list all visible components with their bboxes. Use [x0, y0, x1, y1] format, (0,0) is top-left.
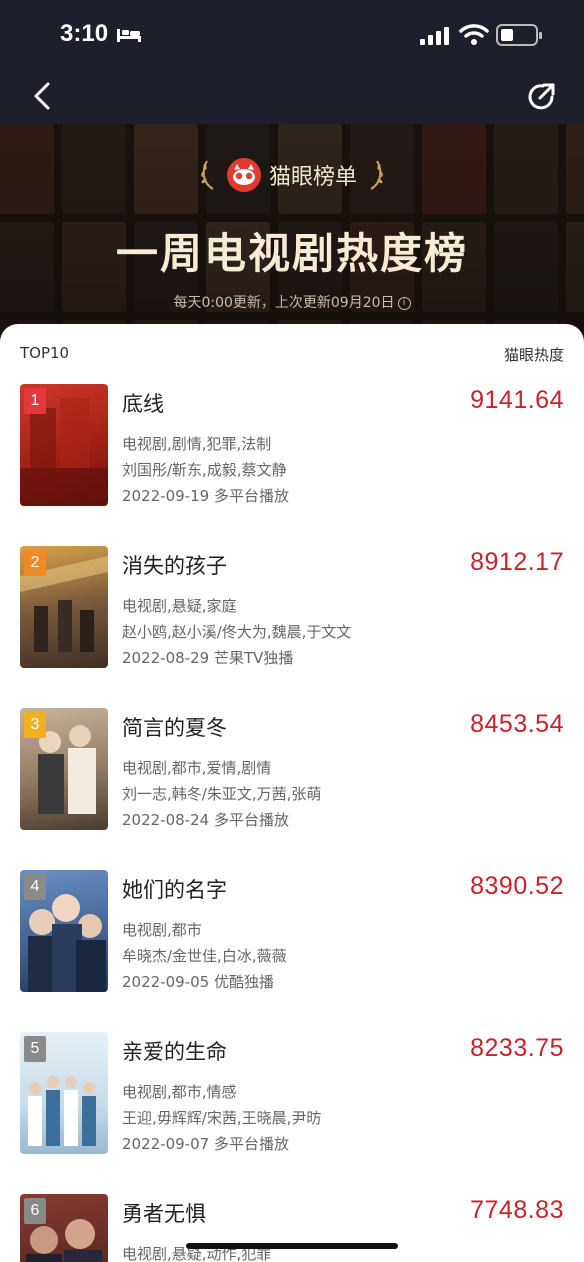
heat-score: 7748.83: [470, 1196, 564, 1224]
list-item[interactable]: 5 亲爱的生命 8233.75 电视剧,都市,情感 王迎,毋辉辉/宋茜,王晓晨,…: [0, 1032, 584, 1156]
rank-badge: 1: [24, 388, 46, 414]
update-info-text: 每天0:00更新，上次更新09月20日: [173, 295, 395, 311]
brand-label: 猫眼榜单: [268, 165, 357, 190]
release-text: 2022-08-24 多平台播放: [122, 811, 289, 829]
release-text: 2022-08-29 芒果TV独播: [122, 649, 294, 667]
cast-text: 刘国彤/靳东,成毅,蔡文静: [122, 461, 287, 479]
poster-image: 6: [20, 1194, 108, 1262]
poster-image: 2: [20, 546, 108, 668]
laurel-right-icon: [370, 160, 383, 190]
drama-title: 底线: [122, 392, 164, 416]
poster-image: 3: [20, 708, 108, 830]
list-item[interactable]: 3 简言的夏冬 8453.54 电视剧,都市,爱情,剧情 刘一志,韩冬/朱亚文,…: [0, 708, 584, 832]
brand-badge: 猫眼榜单: [0, 158, 584, 192]
poster-image: 4: [20, 870, 108, 992]
heat-score: 9141.64: [470, 386, 564, 414]
status-time: 3:10: [60, 20, 109, 47]
genre-text: 电视剧,都市,爱情,剧情: [122, 759, 272, 777]
page-title: 一周电视剧热度榜: [115, 229, 468, 278]
update-info: 每天0:00更新，上次更新09月20日 i: [0, 292, 584, 312]
cast-text: 赵小鸥,赵小溪/佟大为,魏晨,于文文: [122, 623, 352, 641]
rank-badge: 6: [24, 1198, 46, 1224]
list-item[interactable]: 6 勇者无惧 7748.83 电视剧,悬疑,动作,犯罪: [0, 1194, 584, 1262]
heat-score: 8453.54: [470, 710, 564, 738]
poster-image: 5: [20, 1032, 108, 1154]
cast-text: 王迎,毋辉辉/宋茜,王晓晨,尹昉: [122, 1109, 322, 1127]
laurel-left-icon: [201, 160, 214, 190]
rank-badge: 2: [24, 550, 46, 576]
heat-score: 8912.17: [470, 548, 564, 576]
list-item[interactable]: 1 底线 9141.64 电视剧,剧情,犯罪,法制 刘国彤/靳东,成毅,蔡文静 …: [0, 384, 584, 508]
info-icon[interactable]: i: [397, 296, 411, 310]
list-header-heat: 猫眼热度: [503, 346, 564, 364]
share-button[interactable]: [522, 76, 562, 116]
poster-image: 1: [20, 384, 108, 506]
cellular-signal-icon: [420, 27, 449, 45]
heat-score: 8390.52: [470, 872, 564, 900]
release-text: 2022-09-07 多平台播放: [122, 1135, 289, 1153]
rank-badge: 3: [24, 712, 46, 738]
maoyan-logo: [226, 158, 261, 192]
genre-text: 电视剧,都市,情感: [122, 1083, 237, 1101]
drama-title: 消失的孩子: [122, 554, 227, 578]
drama-title: 她们的名字: [122, 878, 227, 902]
release-text: 2022-09-05 优酷独播: [122, 973, 274, 991]
nav-bar: [0, 70, 584, 124]
home-indicator[interactable]: [186, 1243, 398, 1249]
genre-text: 电视剧,剧情,犯罪,法制: [122, 435, 272, 453]
genre-text: 电视剧,都市: [122, 921, 202, 939]
status-bar: 3:10: [0, 0, 584, 70]
cast-text: 牟晓杰/金世佳,白冰,薇薇: [122, 947, 287, 965]
drama-title: 亲爱的生命: [122, 1040, 227, 1064]
wifi-icon: [459, 24, 489, 45]
list-item[interactable]: 4 她们的名字 8390.52 电视剧,都市 牟晓杰/金世佳,白冰,薇薇 202…: [0, 870, 584, 994]
rank-badge: 5: [24, 1036, 46, 1062]
sleep-mode-icon: [117, 29, 141, 42]
list-header-top10: TOP10: [20, 344, 70, 362]
drama-title: 勇者无惧: [122, 1202, 206, 1226]
genre-text: 电视剧,悬疑,家庭: [122, 597, 237, 615]
heat-score: 8233.75: [470, 1034, 564, 1062]
rank-badge: 4: [24, 874, 46, 900]
cast-text: 刘一志,韩冬/朱亚文,万茜,张萌: [122, 785, 322, 803]
ranking-list: TOP10 猫眼热度 1 底线 9141.64 电视剧,剧情,犯罪,法制 刘国彤…: [0, 324, 584, 1262]
back-button[interactable]: [22, 76, 62, 116]
battery-icon: [496, 24, 542, 46]
drama-title: 简言的夏冬: [122, 716, 227, 740]
list-item[interactable]: 2 消失的孩子 8912.17 电视剧,悬疑,家庭 赵小鸥,赵小溪/佟大为,魏晨…: [0, 546, 584, 670]
release-text: 2022-09-19 多平台播放: [122, 487, 289, 505]
hero-banner: 猫眼榜单 一周电视剧热度榜 每天0:00更新，上次更新09月20日 i: [0, 124, 584, 354]
